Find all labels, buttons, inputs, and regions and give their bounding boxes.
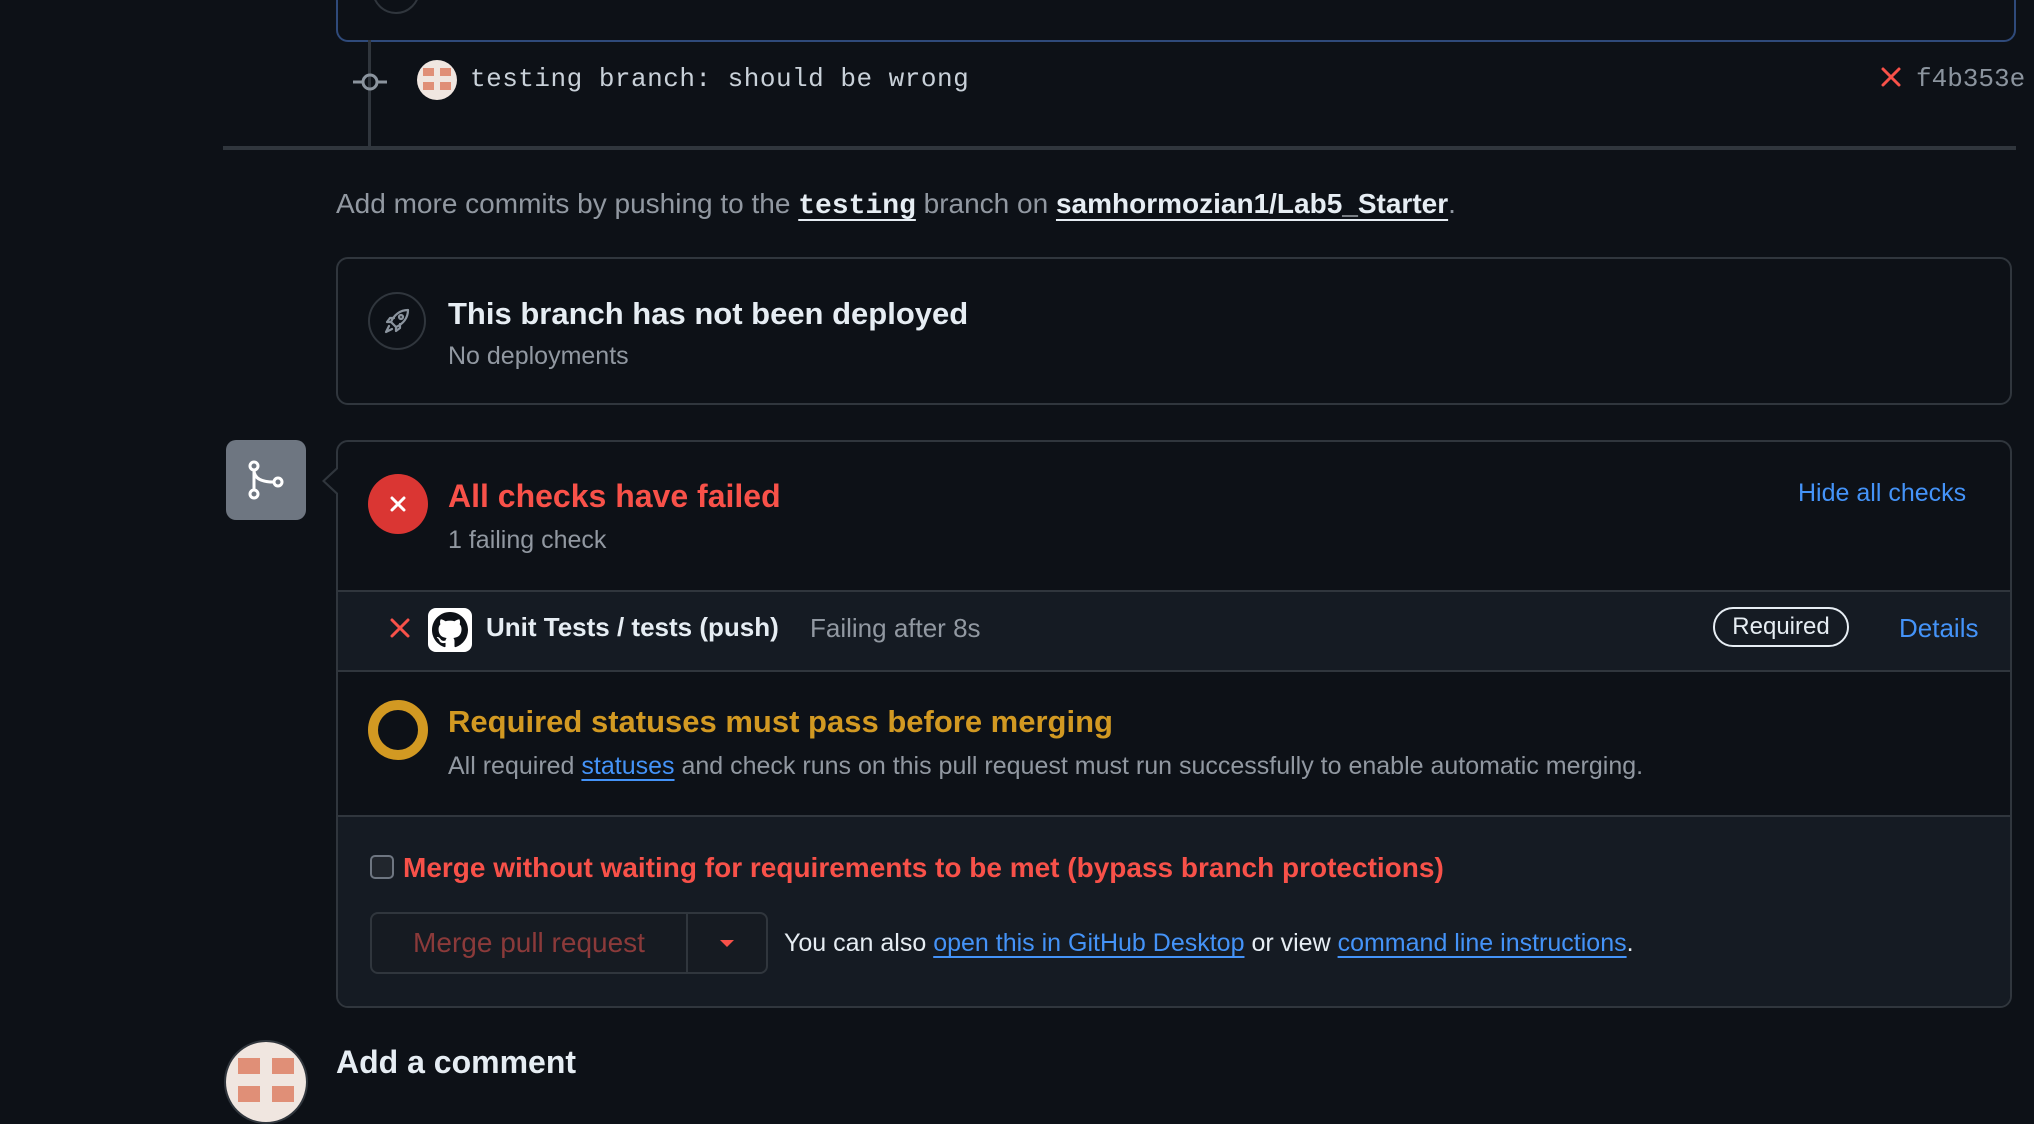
checks-title: All checks have failed bbox=[448, 478, 781, 514]
or-view-text: or view bbox=[1251, 929, 1331, 957]
branch-link[interactable]: testing bbox=[798, 191, 916, 222]
checks-subtitle: 1 failing check bbox=[448, 526, 607, 554]
bypass-label[interactable]: Merge without waiting for requirements t… bbox=[403, 852, 1444, 884]
timeline-divider bbox=[223, 146, 2016, 150]
hide-all-checks-link[interactable]: Hide all checks bbox=[1798, 479, 1966, 508]
required-badge: Required bbox=[1713, 607, 1849, 647]
deployment-title: This branch has not been deployed bbox=[448, 296, 969, 331]
commit-sha[interactable]: f4b353e bbox=[1916, 64, 2025, 94]
github-logo-icon bbox=[428, 608, 472, 652]
failed-x-icon[interactable] bbox=[1878, 64, 1904, 90]
check-details-link[interactable]: Details bbox=[1899, 613, 1978, 644]
commit-icon bbox=[353, 70, 387, 94]
previous-timeline-box bbox=[336, 0, 2016, 42]
required-status-suffix: and check runs on this pull request must… bbox=[681, 752, 1644, 780]
command-line-link[interactable]: command line instructions bbox=[1338, 929, 1627, 957]
caret-down-icon bbox=[720, 940, 734, 947]
merge-box-pointer-inner bbox=[325, 468, 339, 494]
check-status: Failing after 8s bbox=[810, 613, 981, 643]
repo-link[interactable]: samhormozian1/Lab5_Starter bbox=[1056, 188, 1448, 219]
commit-message[interactable]: testing branch: should be wrong bbox=[470, 64, 969, 94]
add-commits-suffix: . bbox=[1448, 188, 1456, 219]
required-status-title: Required statuses must pass before mergi… bbox=[448, 704, 1113, 739]
required-status-prefix: All required bbox=[448, 752, 575, 780]
github-desktop-link[interactable]: open this in GitHub Desktop bbox=[933, 929, 1244, 957]
add-commits-prefix: Add more commits by pushing to the bbox=[336, 188, 791, 219]
checks-failed-icon bbox=[368, 474, 428, 534]
also-prefix: You can also bbox=[784, 929, 927, 957]
pending-status-icon bbox=[368, 700, 428, 760]
also-suffix: . bbox=[1626, 929, 1634, 957]
add-commits-middle: branch on bbox=[923, 188, 1049, 219]
add-comment-heading: Add a comment bbox=[336, 1044, 577, 1080]
check-name: Unit Tests / tests (push) bbox=[486, 612, 779, 642]
required-status-description: All required statuses and check runs on … bbox=[448, 752, 1643, 781]
commit-author-avatar[interactable] bbox=[417, 60, 457, 100]
merge-button-group: Merge pull request bbox=[370, 912, 768, 974]
statuses-link[interactable]: statuses bbox=[581, 752, 674, 780]
git-merge-icon bbox=[226, 440, 306, 520]
merge-alternatives: You can also open this in GitHub Desktop… bbox=[784, 929, 1634, 958]
add-commits-note: Add more commits by pushing to the testi… bbox=[336, 188, 1456, 222]
merge-pull-request-button[interactable]: Merge pull request bbox=[372, 914, 688, 972]
check-failed-x-icon bbox=[386, 614, 414, 642]
bypass-checkbox[interactable] bbox=[370, 855, 394, 879]
user-avatar[interactable] bbox=[224, 1040, 308, 1124]
merge-options-dropdown[interactable] bbox=[688, 914, 766, 972]
deployment-subtitle: No deployments bbox=[448, 342, 629, 370]
rocket-icon bbox=[368, 292, 426, 350]
